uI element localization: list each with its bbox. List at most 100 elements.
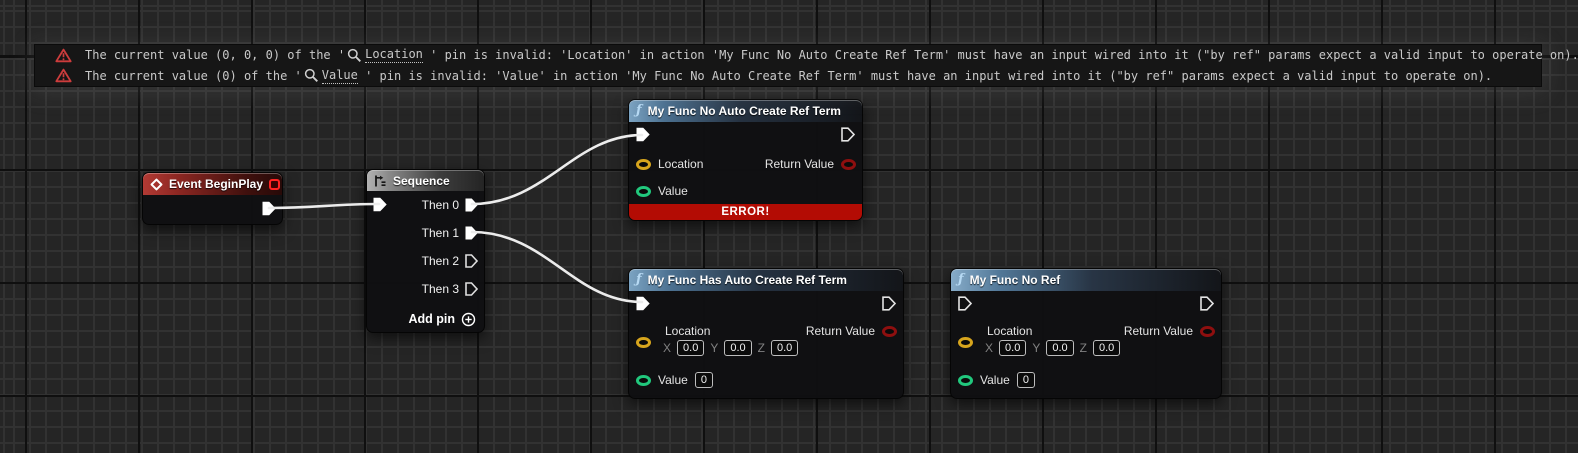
axis-y-field[interactable]: 0.0 — [1046, 340, 1073, 356]
location-pin-icon[interactable] — [958, 337, 973, 348]
exec-output-pin[interactable] — [465, 198, 478, 212]
pin-label: Return Value — [806, 324, 875, 338]
pin-label-location: Location — [665, 324, 710, 338]
node-title: My Func No Auto Create Ref Term — [648, 104, 841, 118]
node-func-no-auto-create-ref-term[interactable]: ƒ My Func No Auto Create Ref Term Locati… — [628, 99, 863, 221]
warning-row-location: The current value (0, 0, 0) of the ' Loc… — [35, 45, 1541, 66]
location-pin-icon[interactable] — [636, 337, 651, 348]
node-title: Sequence — [393, 174, 450, 188]
node-func-no-ref[interactable]: ƒ My Func No Ref Location X 0.0 Y 0.0 Z … — [950, 268, 1222, 399]
then-pin-row[interactable]: Then 0 — [422, 197, 478, 212]
axis-z-field[interactable]: 0.0 — [771, 340, 798, 356]
search-icon[interactable] — [304, 68, 319, 83]
axis-y-field[interactable]: 0.0 — [724, 340, 751, 356]
warning-text-prefix: The current value (0) of the ' — [85, 69, 302, 83]
pin-label: Value — [658, 373, 688, 387]
axis-label: Y — [1032, 341, 1040, 355]
add-pin-icon — [461, 312, 476, 327]
exec-input-pin[interactable] — [636, 296, 650, 311]
exec-input-pin[interactable] — [373, 197, 387, 212]
then-pin-row[interactable]: Then 3 — [422, 281, 478, 296]
pin-label: Value — [980, 373, 1010, 387]
then-pin-label: Then 3 — [422, 282, 459, 296]
wire-beginplay-to-sequence — [269, 204, 379, 208]
axis-label: Z — [758, 341, 765, 355]
input-pin-value[interactable]: Value 0 — [958, 372, 1035, 388]
then-pin-label: Then 2 — [422, 254, 459, 268]
exec-output-pin[interactable] — [1200, 296, 1214, 311]
output-pin-return-value[interactable]: Return Value — [1124, 324, 1215, 338]
node-title: My Func Has Auto Create Ref Term — [648, 273, 847, 287]
input-pin-value[interactable]: Value 0 — [636, 372, 713, 388]
node-title: Event BeginPlay — [169, 177, 263, 191]
wire-then1-to-func-has-auto — [472, 232, 642, 302]
pin-label-location: Location — [987, 324, 1032, 338]
value-pin-icon[interactable] — [958, 375, 973, 386]
then-pin-row[interactable]: Then 1 — [422, 225, 478, 240]
event-icon — [150, 178, 163, 191]
return-value-pin-icon[interactable] — [882, 326, 897, 337]
node-sequence[interactable]: Sequence Then 0 Then 1 Then 2 Then 3 Add… — [366, 169, 485, 333]
exec-input-pin[interactable] — [636, 127, 650, 142]
node-event-begin-play[interactable]: Event BeginPlay — [142, 172, 283, 225]
node-title: My Func No Ref — [970, 273, 1061, 287]
node-header[interactable]: ƒ My Func No Auto Create Ref Term — [629, 100, 862, 122]
value-field[interactable]: 0 — [1017, 372, 1035, 388]
exec-output-pin[interactable] — [465, 282, 478, 296]
warning-pin-link[interactable]: Location — [365, 47, 423, 63]
warning-pin-link[interactable]: Value — [322, 68, 358, 84]
then-pin-label: Then 1 — [422, 226, 459, 240]
input-pin-location[interactable]: Location — [636, 157, 703, 171]
node-header[interactable]: ƒ My Func No Ref — [951, 269, 1221, 291]
exec-output-pin[interactable] — [882, 296, 896, 311]
then-pin-label: Then 0 — [422, 198, 459, 212]
warning-row-value: The current value (0) of the ' Value ' p… — [35, 66, 1541, 87]
pin-label: Return Value — [1124, 324, 1193, 338]
pin-label: Value — [658, 184, 688, 198]
then-pin-row[interactable]: Then 2 — [422, 253, 478, 268]
add-pin-button[interactable]: Add pin — [408, 311, 476, 327]
output-pin-return-value[interactable]: Return Value — [806, 324, 897, 338]
location-vector-fields: X 0.0 Y 0.0 Z 0.0 — [985, 340, 1120, 356]
add-pin-label: Add pin — [408, 312, 455, 326]
search-icon[interactable] — [347, 48, 362, 63]
compiler-warnings-panel: The current value (0, 0, 0) of the ' Loc… — [34, 44, 1542, 87]
value-pin-icon[interactable] — [636, 186, 651, 197]
exec-output-pin[interactable] — [465, 254, 478, 268]
exec-output-pin[interactable] — [841, 127, 855, 142]
node-header[interactable]: Event BeginPlay — [143, 173, 282, 195]
location-vector-fields: X 0.0 Y 0.0 Z 0.0 — [663, 340, 798, 356]
return-value-pin-icon[interactable] — [841, 159, 856, 170]
warning-triangle-icon — [55, 48, 72, 63]
axis-z-field[interactable]: 0.0 — [1093, 340, 1120, 356]
warning-text-prefix: The current value (0, 0, 0) of the ' — [85, 48, 345, 62]
value-pin-icon[interactable] — [636, 375, 651, 386]
wire-then0-to-func-no-auto — [472, 135, 642, 204]
output-pin-return-value[interactable]: Return Value — [765, 157, 856, 171]
exec-output-pin[interactable] — [262, 201, 276, 216]
node-func-has-auto-create-ref-term[interactable]: ƒ My Func Has Auto Create Ref Term Locat… — [628, 268, 904, 399]
event-node-badge — [269, 179, 280, 190]
warning-text-suffix: ' pin is invalid: 'Location' in action '… — [423, 48, 1578, 62]
warning-triangle-icon — [55, 68, 72, 83]
function-icon: ƒ — [636, 104, 642, 117]
input-pin-value[interactable]: Value — [636, 184, 688, 198]
function-icon: ƒ — [958, 273, 964, 286]
axis-label: Z — [1080, 341, 1087, 355]
node-header[interactable]: ƒ My Func Has Auto Create Ref Term — [629, 269, 903, 291]
return-value-pin-icon[interactable] — [1200, 326, 1215, 337]
pin-label: Return Value — [765, 157, 834, 171]
axis-label: X — [663, 341, 671, 355]
blueprint-graph-canvas[interactable]: The current value (0, 0, 0) of the ' Loc… — [0, 0, 1578, 453]
axis-x-field[interactable]: 0.0 — [999, 340, 1026, 356]
warning-text-suffix: ' pin is invalid: 'Value' in action 'My … — [358, 69, 1492, 83]
value-field[interactable]: 0 — [695, 372, 713, 388]
axis-label: X — [985, 341, 993, 355]
exec-output-pin[interactable] — [465, 226, 478, 240]
axis-x-field[interactable]: 0.0 — [677, 340, 704, 356]
node-header[interactable]: Sequence — [367, 170, 484, 191]
pin-label: Location — [658, 157, 703, 171]
location-pin-icon[interactable] — [636, 159, 651, 170]
exec-input-pin[interactable] — [958, 296, 972, 311]
function-icon: ƒ — [636, 273, 642, 286]
